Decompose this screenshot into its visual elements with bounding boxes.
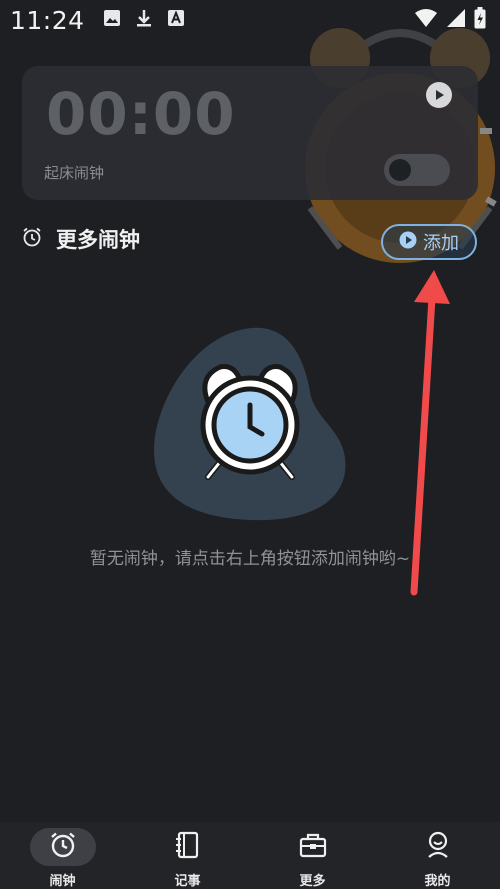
add-alarm-button[interactable]: 添加: [381, 224, 477, 260]
toolbox-icon: [299, 832, 327, 862]
more-alarms-header: 更多闹钟: [22, 224, 140, 254]
nav-item-alarm[interactable]: 闹钟: [0, 822, 125, 889]
nav-label: 更多: [299, 874, 326, 889]
font-icon: [167, 9, 185, 31]
nav-icon-wrap: [280, 828, 346, 866]
nav-item-more[interactable]: 更多: [250, 822, 375, 889]
status-icons-left: [103, 9, 185, 31]
alarm-toggle[interactable]: [384, 154, 450, 186]
nav-item-notes[interactable]: 记事: [125, 822, 250, 889]
empty-state-message: 暂无闹钟，请点击右上角按钮添加闹钟哟~: [89, 549, 411, 569]
bottom-navigation: 闹钟 记事 更多 我的: [0, 822, 500, 889]
notebook-icon: [175, 831, 201, 863]
empty-alarm-illustration: [153, 327, 346, 521]
add-button-label: 添加: [423, 233, 459, 254]
alarm-label: 起床闹钟: [44, 164, 105, 182]
toggle-knob: [389, 159, 411, 181]
nav-label: 我的: [424, 874, 451, 889]
play-button[interactable]: [426, 82, 452, 108]
nav-icon-wrap: [155, 828, 221, 866]
alarm-icon: [49, 831, 77, 863]
download-icon: [135, 9, 153, 31]
alarm-time: 00:00: [46, 80, 236, 148]
play-circle-icon: [399, 231, 417, 253]
profile-icon: [425, 831, 451, 863]
nav-label: 记事: [174, 874, 201, 889]
nav-icon-wrap: [405, 828, 471, 866]
wakeup-alarm-card[interactable]: 00:00 起床闹钟: [22, 66, 478, 200]
status-time: 11:24: [10, 5, 85, 35]
alarm-clock-icon: [22, 227, 42, 251]
nav-label: 闹钟: [49, 874, 76, 889]
section-title: 更多闹钟: [56, 228, 140, 252]
image-icon: [103, 9, 121, 31]
play-icon: [433, 86, 445, 105]
nav-icon-wrap: [29, 828, 96, 866]
nav-item-profile[interactable]: 我的: [375, 822, 500, 889]
